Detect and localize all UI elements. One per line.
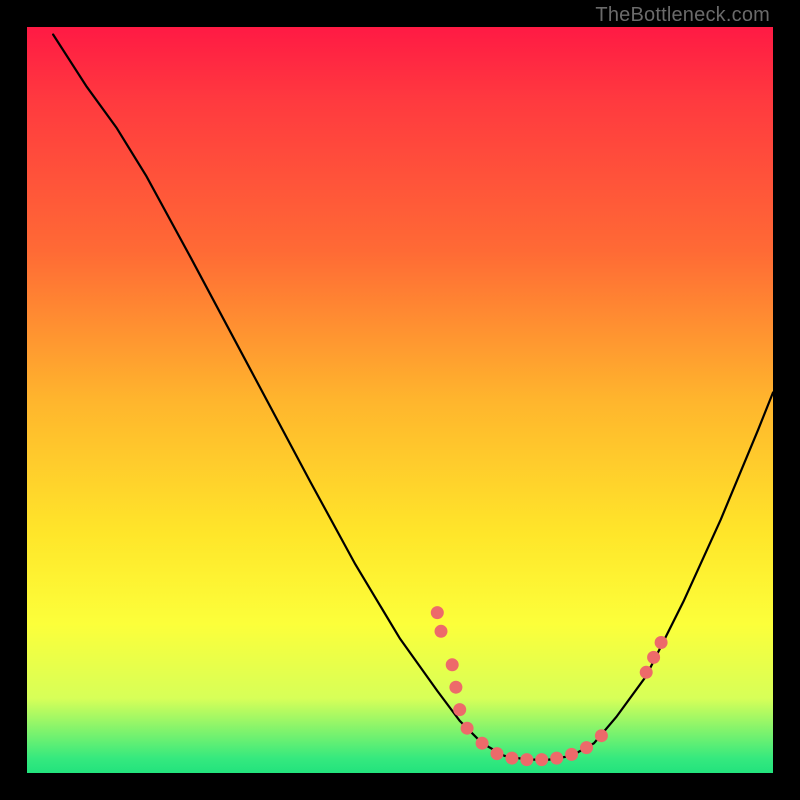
bottleneck-curve: [53, 35, 773, 760]
chart-svg: [27, 27, 773, 773]
data-point: [431, 606, 444, 619]
data-point: [453, 703, 466, 716]
data-point: [535, 753, 548, 766]
data-point: [461, 722, 474, 735]
data-point: [520, 753, 533, 766]
data-point: [595, 729, 608, 742]
data-point: [647, 651, 660, 664]
data-points: [431, 606, 668, 766]
data-point: [449, 681, 462, 694]
plot-area: [27, 27, 773, 773]
data-point: [640, 666, 653, 679]
data-point: [446, 658, 459, 671]
watermark-text: TheBottleneck.com: [595, 4, 770, 27]
data-point: [655, 636, 668, 649]
data-point: [580, 741, 593, 754]
chart-frame: TheBottleneck.com: [0, 0, 800, 800]
data-point: [476, 737, 489, 750]
data-point: [491, 747, 504, 760]
data-point: [505, 752, 518, 765]
data-point: [435, 625, 448, 638]
data-point: [565, 748, 578, 761]
data-point: [550, 752, 563, 765]
